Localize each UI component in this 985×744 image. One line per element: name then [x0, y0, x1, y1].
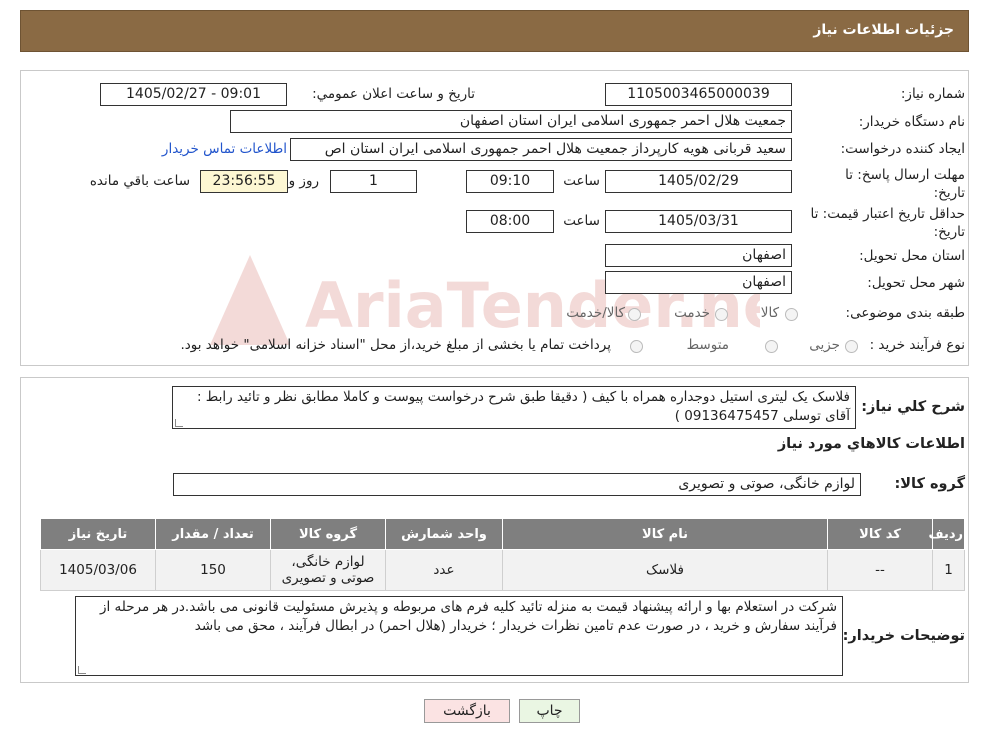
description-label: شرح کلي نیاز:	[861, 399, 965, 415]
deadline-label: مهلت ارسال پاسخ: تا تاریخ:	[845, 167, 965, 201]
creator-field[interactable]: سعید قربانی هویه کارپرداز جمعیت هلال احم…	[290, 138, 792, 161]
process-note: پرداخت تمام یا بخشی از مبلغ خرید،از محل …	[180, 337, 611, 353]
page-title: جزئیات اطلاعات نیاز	[813, 22, 954, 38]
table-header-row: ردیف کد کالا نام کالا واحد شمارش گروه کا…	[40, 518, 965, 550]
validity-date-field[interactable]: 1405/03/31	[605, 210, 792, 233]
process-minor-label: جزیی	[809, 337, 840, 353]
cell-item-code: --	[827, 549, 933, 591]
buyer-org-label: نام دستگاه خریدار:	[858, 114, 965, 130]
process-minor-radio[interactable]	[845, 340, 858, 353]
cell-unit: عدد	[385, 549, 503, 591]
col-row-number[interactable]: ردیف	[928, 518, 965, 550]
validity-time-field[interactable]: 08:00	[466, 210, 554, 233]
buyer-notes-textarea[interactable]: شرکت در استعلام بها و ارائه پیشنهاد قیمت…	[75, 596, 843, 676]
deadline-date-field[interactable]: 1405/02/29	[605, 170, 792, 193]
announce-label: تاریخ و ساعت اعلان عمومي:	[312, 86, 475, 102]
creator-label: ایجاد کننده درخواست:	[840, 141, 965, 157]
back-button[interactable]: بازگشت	[424, 699, 510, 723]
days-label: روز و	[288, 173, 319, 189]
category-goods-label: کالا	[760, 305, 779, 321]
col-item-group[interactable]: گروه کالا	[270, 518, 386, 550]
category-service-label: خدمت	[674, 305, 710, 321]
category-goods-radio[interactable]	[785, 308, 798, 321]
resize-handle-icon[interactable]	[175, 419, 183, 427]
province-field[interactable]: اصفهان	[605, 244, 792, 267]
validity-time-label: ساعت	[563, 213, 600, 229]
col-item-code[interactable]: کد کالا	[827, 518, 933, 550]
goods-section-title: اطلاعات کالاهاي مورد نیاز	[777, 436, 965, 452]
category-label: طبقه بندی موضوعی:	[845, 305, 965, 321]
buyer-notes-label: توضیحات خریدار:	[842, 628, 965, 644]
description-text: فلاسک یک لیتری استیل دوجداره همراه با کی…	[196, 389, 850, 424]
process-medium-label: متوسط	[686, 337, 729, 353]
buyer-notes-text: شرکت در استعلام بها و ارائه پیشنهاد قیمت…	[99, 599, 837, 634]
days-field[interactable]: 1	[330, 170, 417, 193]
col-quantity[interactable]: تعداد / مقدار	[155, 518, 271, 550]
resize-handle-icon[interactable]	[78, 666, 86, 674]
process-treasury-radio[interactable]	[630, 340, 643, 353]
city-label: شهر محل تحویل:	[867, 275, 965, 291]
print-button[interactable]: چاپ	[519, 699, 580, 723]
need-number-label: شماره نیاز:	[900, 86, 965, 102]
goods-group-field[interactable]: لوازم خانگی، صوتی و تصویری	[173, 473, 861, 496]
process-label: نوع فرآیند خرید :	[869, 337, 965, 353]
contact-buyer-link[interactable]: اطلاعات تماس خریدار	[162, 141, 287, 157]
deadline-time-field[interactable]: 09:10	[466, 170, 554, 193]
category-goods-service-label: کالا/خدمت	[566, 305, 625, 321]
province-label: استان محل تحویل:	[859, 248, 965, 264]
goods-group-label: گروه کالا:	[894, 476, 965, 492]
announce-field[interactable]: 1405/02/27 - 09:01	[100, 83, 287, 106]
need-number-field[interactable]: 1105003465000039	[605, 83, 792, 106]
cell-item-group: لوازم خانگی، صوتی و تصویری	[270, 549, 386, 591]
process-medium-radio[interactable]	[765, 340, 778, 353]
col-unit[interactable]: واحد شمارش	[385, 518, 503, 550]
category-service-radio[interactable]	[715, 308, 728, 321]
remaining-time-field: 23:56:55	[200, 170, 288, 193]
goods-table: ردیف کد کالا نام کالا واحد شمارش گروه کا…	[40, 518, 965, 591]
col-item-name[interactable]: نام کالا	[502, 518, 828, 550]
description-textarea[interactable]: فلاسک یک لیتری استیل دوجداره همراه با کی…	[172, 386, 856, 429]
cell-row-number: 1	[932, 549, 965, 591]
page-header: جزئیات اطلاعات نیاز	[20, 10, 969, 52]
cell-need-date: 1405/03/06	[40, 549, 156, 591]
cell-quantity: 150	[155, 549, 271, 591]
category-goods-service-radio[interactable]	[628, 308, 641, 321]
col-need-date[interactable]: تاریخ نیاز	[40, 518, 156, 550]
remaining-label: ساعت باقي مانده	[89, 173, 190, 189]
buyer-org-field[interactable]: جمعیت هلال احمر جمهوری اسلامی ایران استا…	[230, 110, 792, 133]
city-field[interactable]: اصفهان	[605, 271, 792, 294]
validity-label: حداقل تاریخ اعتبار قیمت: تا تاریخ:	[810, 206, 965, 240]
cell-item-name: فلاسک	[502, 549, 828, 591]
table-row[interactable]: 1 -- فلاسک عدد لوازم خانگی، صوتی و تصویر…	[40, 549, 965, 591]
deadline-time-label: ساعت	[563, 173, 600, 189]
